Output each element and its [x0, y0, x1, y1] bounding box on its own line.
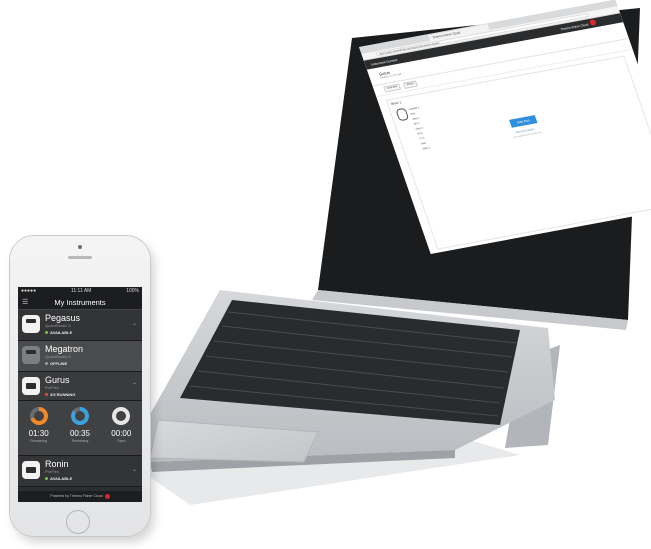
status-bar: ●●●●● 11:11 AM 100%	[18, 287, 142, 296]
instrument-row-megatron[interactable]: Megatron QuantStudio 5 OFFLINE	[18, 341, 142, 372]
timer-label: Remaining	[30, 439, 48, 443]
status-text: AVAILABLE	[50, 330, 73, 335]
overview-button[interactable]: Overview	[383, 83, 402, 93]
phone-device: ●●●●● 11:11 AM 100% ☰ My Instruments Peg…	[10, 236, 150, 536]
brand-logo-icon	[104, 493, 110, 499]
block-timers: 01:30 Remaining 00:35 Remaining 00:00 Op…	[18, 401, 142, 456]
camera-icon	[78, 245, 82, 249]
phone-screen: ●●●●● 11:11 AM 100% ☰ My Instruments Peg…	[18, 287, 142, 502]
speaker-grille	[68, 256, 92, 259]
status-time: 11:11 AM	[70, 288, 92, 294]
instrument-icon	[22, 461, 40, 479]
progress-ring-icon	[112, 407, 131, 425]
signal-indicator: ●●●●●	[21, 288, 37, 294]
instrument-model: QuantStudio 3	[45, 323, 71, 328]
status-dot-icon	[45, 477, 48, 481]
instrument-model: ProFlex	[45, 469, 59, 474]
footer-text: Powered by Thermo Fisher Cloud	[50, 494, 103, 498]
battery-level: 100%	[126, 288, 139, 294]
block-label: Block 1	[390, 100, 402, 106]
start-run-button[interactable]: Start Run	[509, 115, 538, 128]
timer-value: 00:00	[111, 429, 132, 438]
home-button[interactable]	[66, 510, 90, 534]
progress-ring-icon	[29, 407, 48, 425]
instrument-icon	[395, 107, 410, 122]
progress-ring-icon	[70, 407, 89, 425]
run-step-list: Sample 1 Run Step 1 95°C Step 2 60°C 72°…	[408, 105, 434, 151]
timer-block-2[interactable]: 00:35 Remaining	[63, 407, 97, 443]
timer-block-1[interactable]: 01:30 Remaining	[22, 407, 56, 443]
list-item: Step 3	[422, 146, 431, 151]
instrument-status: OFFLINE	[45, 361, 67, 366]
brand-logo-icon	[588, 18, 597, 26]
instrument-icon	[22, 377, 40, 395]
product-scene: Thermo Fisher Cloud https://apps.thermof…	[0, 0, 651, 549]
chevron-down-icon[interactable]: ⌄	[132, 466, 137, 473]
instrument-status: AVAILABLE	[45, 330, 72, 335]
instrument-row-ronin[interactable]: Ronin ProFlex AVAILABLE ⌄	[18, 456, 142, 487]
status-dot-icon	[45, 362, 48, 366]
instrument-icon	[22, 346, 40, 364]
instrument-name: Pegasus	[45, 313, 81, 323]
timer-value: 00:35	[69, 429, 90, 438]
instrument-name: Ronin	[45, 459, 69, 469]
instrument-name: Gurus	[45, 375, 70, 385]
app-title-bar: ☰ My Instruments	[18, 296, 142, 310]
status-dot-icon	[45, 393, 48, 397]
instrument-status: AVAILABLE	[45, 476, 72, 481]
status-text: OFFLINE	[50, 361, 68, 366]
chevron-down-icon[interactable]: ⌄	[132, 320, 137, 327]
timer-label: Open	[117, 439, 126, 443]
status-text: AVAILABLE	[50, 476, 73, 481]
blocks-button[interactable]: Blocks	[402, 80, 419, 89]
timer-value: 01:30	[28, 429, 49, 438]
instrument-status: 3/3 RUNNING	[45, 392, 75, 397]
instrument-row-gurus[interactable]: Gurus ProFlex 3/3 RUNNING ⌃	[18, 372, 142, 401]
timer-block-3[interactable]: 00:00 Open	[104, 407, 138, 443]
instrument-model: ProFlex	[45, 385, 59, 390]
page-title: My Instruments	[54, 298, 106, 307]
instrument-name: Megatron	[45, 344, 84, 354]
app-footer: Powered by Thermo Fisher Cloud	[18, 491, 142, 502]
instrument-row-pegasus[interactable]: Pegasus QuantStudio 3 AVAILABLE ⌄	[18, 310, 142, 341]
instrument-icon	[22, 315, 40, 333]
status-dot-icon	[45, 331, 48, 335]
status-text: 3/3 RUNNING	[50, 392, 76, 397]
chevron-up-icon[interactable]: ⌃	[132, 382, 137, 389]
instrument-model: QuantStudio 5	[45, 354, 71, 359]
timer-label: Remaining	[71, 439, 89, 443]
menu-icon[interactable]: ☰	[22, 296, 28, 309]
